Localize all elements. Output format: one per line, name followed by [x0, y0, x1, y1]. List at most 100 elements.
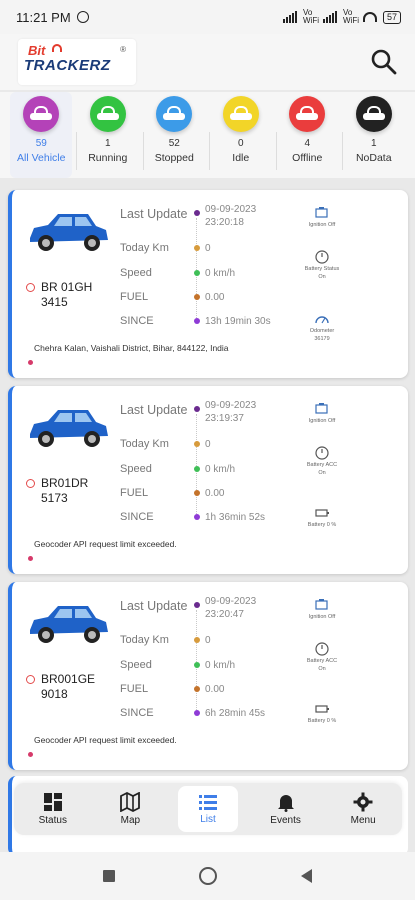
filter-label: Idle — [232, 152, 250, 164]
grid-icon — [43, 793, 62, 811]
ignition-status: Ignition Off — [304, 402, 340, 425]
odometer-icon — [315, 316, 329, 324]
filter-label: Running — [88, 152, 128, 164]
battery-status: Battery ACC On — [304, 642, 340, 673]
filter-nodata[interactable]: 1 NoData — [343, 92, 405, 178]
vehicle-card[interactable]: BR001GE 9018 Last Update 09-09-2023 23:2… — [8, 582, 408, 770]
app-logo: Bit TRACKERZ ® — [18, 39, 136, 85]
app-header: Bit TRACKERZ ® — [0, 34, 415, 90]
since-value: 13h 19min 30s — [205, 316, 271, 327]
filter-all-vehicle[interactable]: 59 All Vehicle — [10, 92, 78, 178]
recent-apps-button[interactable] — [103, 870, 115, 882]
nav-list-label: List — [200, 814, 216, 825]
filter-idle[interactable]: 0 Idle — [210, 92, 277, 178]
battery-level-status: Battery 0 % — [304, 506, 340, 529]
nav-map[interactable]: Map — [100, 786, 160, 832]
search-icon — [371, 49, 397, 75]
battery-level-icon — [315, 705, 329, 713]
last-update-label: Last Update — [120, 403, 188, 417]
today-km-label: Today Km — [120, 634, 169, 646]
last-update-value: 09-09-2023 23:20:18 — [205, 204, 257, 228]
nav-map-label: Map — [120, 815, 141, 826]
car-icon — [289, 96, 326, 132]
filter-count: 59 — [35, 138, 47, 149]
today-km-value: 0 — [205, 243, 211, 254]
alert-dot — [28, 360, 33, 365]
nav-list[interactable]: List — [177, 786, 238, 832]
car-icon — [89, 96, 126, 132]
fuel-label: FUEL — [120, 291, 149, 303]
search-button[interactable] — [367, 45, 401, 79]
speed-value: 0 km/h — [205, 268, 236, 279]
alert-dot — [28, 752, 33, 757]
nav-events-label: Events — [270, 815, 301, 826]
filter-count: 1 — [104, 138, 111, 149]
speed-value: 0 km/h — [205, 660, 236, 671]
since-label: SINCE — [120, 315, 154, 327]
vehicle-address: Geocoder API request limit exceeded. — [34, 539, 177, 549]
vehicle-address: Geocoder API request limit exceeded. — [34, 735, 177, 745]
battery-status: Battery ACC On — [304, 446, 340, 477]
since-value: 6h 28min 45s — [205, 708, 266, 719]
signal-icon — [282, 11, 297, 23]
whatsapp-icon — [76, 11, 89, 23]
nav-status[interactable]: Status — [23, 786, 83, 832]
bell-icon — [277, 795, 294, 812]
system-navigation-bar — [0, 852, 415, 900]
status-time: 11:21 PM — [16, 9, 71, 25]
map-icon — [120, 792, 141, 812]
gear-icon — [353, 792, 373, 812]
battery-icon: 57 — [382, 10, 401, 24]
last-update-value: 09-09-2023 23:20:47 — [205, 596, 257, 620]
vehicle-address: Chehra Kalan, Vaishali District, Bihar, … — [34, 343, 229, 353]
since-label: SINCE — [120, 707, 154, 719]
ignition-status: Ignition Off — [304, 206, 340, 229]
car-icon — [23, 96, 60, 132]
last-update-value: 09-09-2023 23:19:37 — [205, 400, 257, 424]
volte-label-2: Vo WiFi — [342, 8, 359, 25]
battery-level-icon — [315, 509, 329, 517]
fuel-value: 0.00 — [205, 684, 225, 695]
filter-label: NoData — [355, 152, 392, 164]
vehicle-plate: BR001GE 9018 — [41, 672, 96, 701]
filter-offline[interactable]: 4 Offline — [276, 92, 344, 178]
filter-running[interactable]: 1 Running — [77, 92, 144, 178]
battery-status-icon — [315, 446, 329, 460]
vehicle-plate: BR01DR 5173 — [41, 476, 89, 505]
vehicle-car-icon — [30, 410, 108, 447]
vehicle-card[interactable]: BR01DR 5173 Last Update 09-09-2023 23:19… — [8, 386, 408, 574]
status-ring-icon — [26, 675, 35, 684]
filter-count: 0 — [237, 138, 244, 149]
today-km-value: 0 — [205, 439, 211, 450]
list-icon — [198, 795, 217, 810]
filter-count: 52 — [168, 138, 180, 149]
signal-icon-2 — [322, 11, 337, 23]
car-icon — [156, 96, 193, 132]
engine-icon — [315, 207, 328, 218]
fuel-label: FUEL — [120, 487, 149, 499]
engine-icon — [315, 599, 328, 610]
battery-level-status: Battery 0 % — [304, 702, 340, 725]
alert-dot — [28, 556, 33, 561]
back-button[interactable] — [301, 869, 312, 883]
battery-status-icon — [315, 642, 329, 656]
status-ring-icon — [26, 283, 35, 292]
engine-icon — [315, 403, 328, 414]
today-km-label: Today Km — [120, 438, 169, 450]
nav-events[interactable]: Events — [256, 786, 316, 832]
nav-status-label: Status — [38, 815, 67, 826]
volte-label-1: Vo WiFi — [302, 8, 319, 25]
vehicle-card[interactable]: BR 01GH 3415 Last Update 09-09-2023 23:2… — [8, 190, 408, 378]
status-ring-icon — [26, 479, 35, 488]
filter-count: 4 — [304, 138, 311, 149]
filter-label: Stopped — [154, 152, 194, 164]
speed-label: Speed — [120, 463, 152, 475]
last-update-label: Last Update — [120, 207, 188, 221]
nav-menu[interactable]: Menu — [333, 786, 393, 832]
nav-menu-label: Menu — [350, 815, 376, 826]
home-button[interactable] — [199, 867, 217, 885]
battery-status-icon — [315, 250, 329, 264]
filter-stopped[interactable]: 52 Stopped — [143, 92, 211, 178]
bottom-navigation: Status Map List Events Menu — [14, 783, 402, 835]
wifi-icon — [362, 12, 377, 22]
